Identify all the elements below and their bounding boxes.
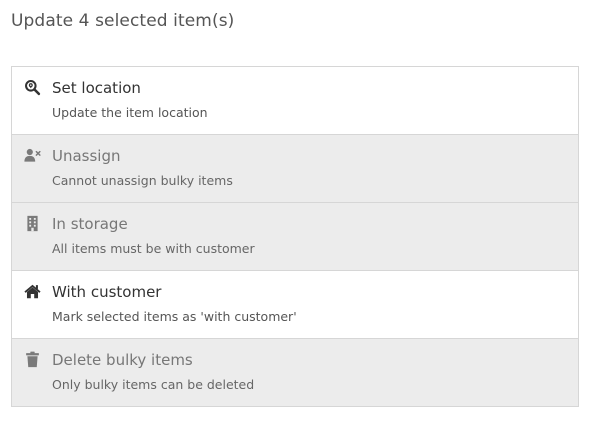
- option-set-location[interactable]: Set location Update the item location: [12, 67, 578, 134]
- option-label: Unassign: [52, 147, 121, 165]
- option-description: Cannot unassign bulky items: [52, 173, 233, 188]
- option-unassign: Unassign Cannot unassign bulky items: [12, 134, 578, 202]
- option-description: Mark selected items as 'with customer': [52, 309, 297, 324]
- option-label: In storage: [52, 215, 128, 233]
- home-icon: [24, 283, 41, 300]
- option-description: All items must be with customer: [52, 241, 255, 256]
- building-icon: [24, 215, 41, 232]
- bulk-action-list: Set location Update the item location Un…: [11, 66, 579, 407]
- dialog-title: Update 4 selected item(s): [11, 11, 235, 31]
- option-label: Delete bulky items: [52, 351, 193, 369]
- option-with-customer[interactable]: With customer Mark selected items as 'wi…: [12, 270, 578, 338]
- search-location-icon: [24, 79, 41, 96]
- option-delete-bulky: Delete bulky items Only bulky items can …: [12, 338, 578, 406]
- option-description: Update the item location: [52, 105, 208, 120]
- option-label: Set location: [52, 79, 141, 97]
- option-description: Only bulky items can be deleted: [52, 377, 255, 392]
- option-in-storage: In storage All items must be with custom…: [12, 202, 578, 270]
- user-remove-icon: [24, 147, 41, 164]
- option-label: With customer: [52, 283, 162, 301]
- trash-icon: [24, 351, 41, 368]
